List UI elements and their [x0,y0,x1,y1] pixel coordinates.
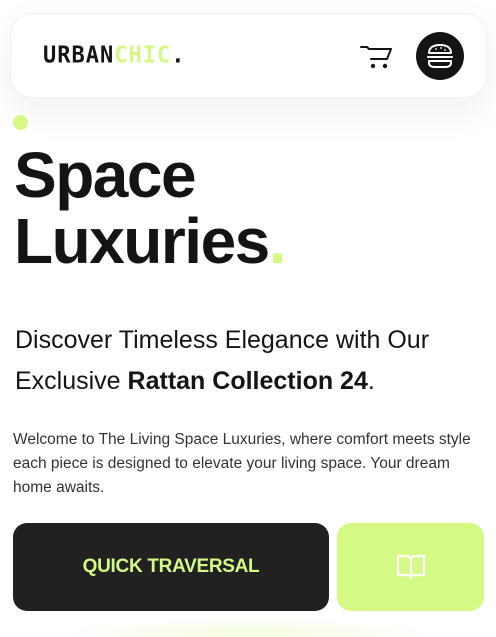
subtitle-period: . [367,367,375,395]
catalog-button[interactable] [337,523,484,611]
hero-title-line2: Luxuries [14,205,270,277]
subtitle-collection-name: Rattan Collection 24 [127,367,368,395]
burger-icon [427,44,453,68]
bottom-glow [60,618,440,637]
hero-title-line1: Space [14,139,197,211]
quick-traversal-label: QUICK TRAVERSAL [82,556,260,577]
header-bar: URBANCHIC. [10,13,487,98]
logo-text-urban: URBAN [43,42,115,69]
menu-button[interactable] [416,32,464,80]
logo-text-chic: CHIC [114,42,172,69]
accent-dot [13,115,28,130]
cart-icon [360,46,392,69]
quick-traversal-button[interactable]: QUICK TRAVERSAL [13,523,329,611]
brand-logo[interactable]: URBANCHIC. [43,42,185,69]
hero-subtitle: Discover Timeless Elegance with Our Excl… [15,320,485,402]
logo-dot: . [171,42,186,69]
hero-title-dot: . [268,205,287,277]
cart-button[interactable] [359,41,395,71]
hero-description: Welcome to The Living Space Luxuries, wh… [13,431,471,496]
hero-title: Space Luxuries. [14,139,287,277]
book-icon [396,554,425,580]
